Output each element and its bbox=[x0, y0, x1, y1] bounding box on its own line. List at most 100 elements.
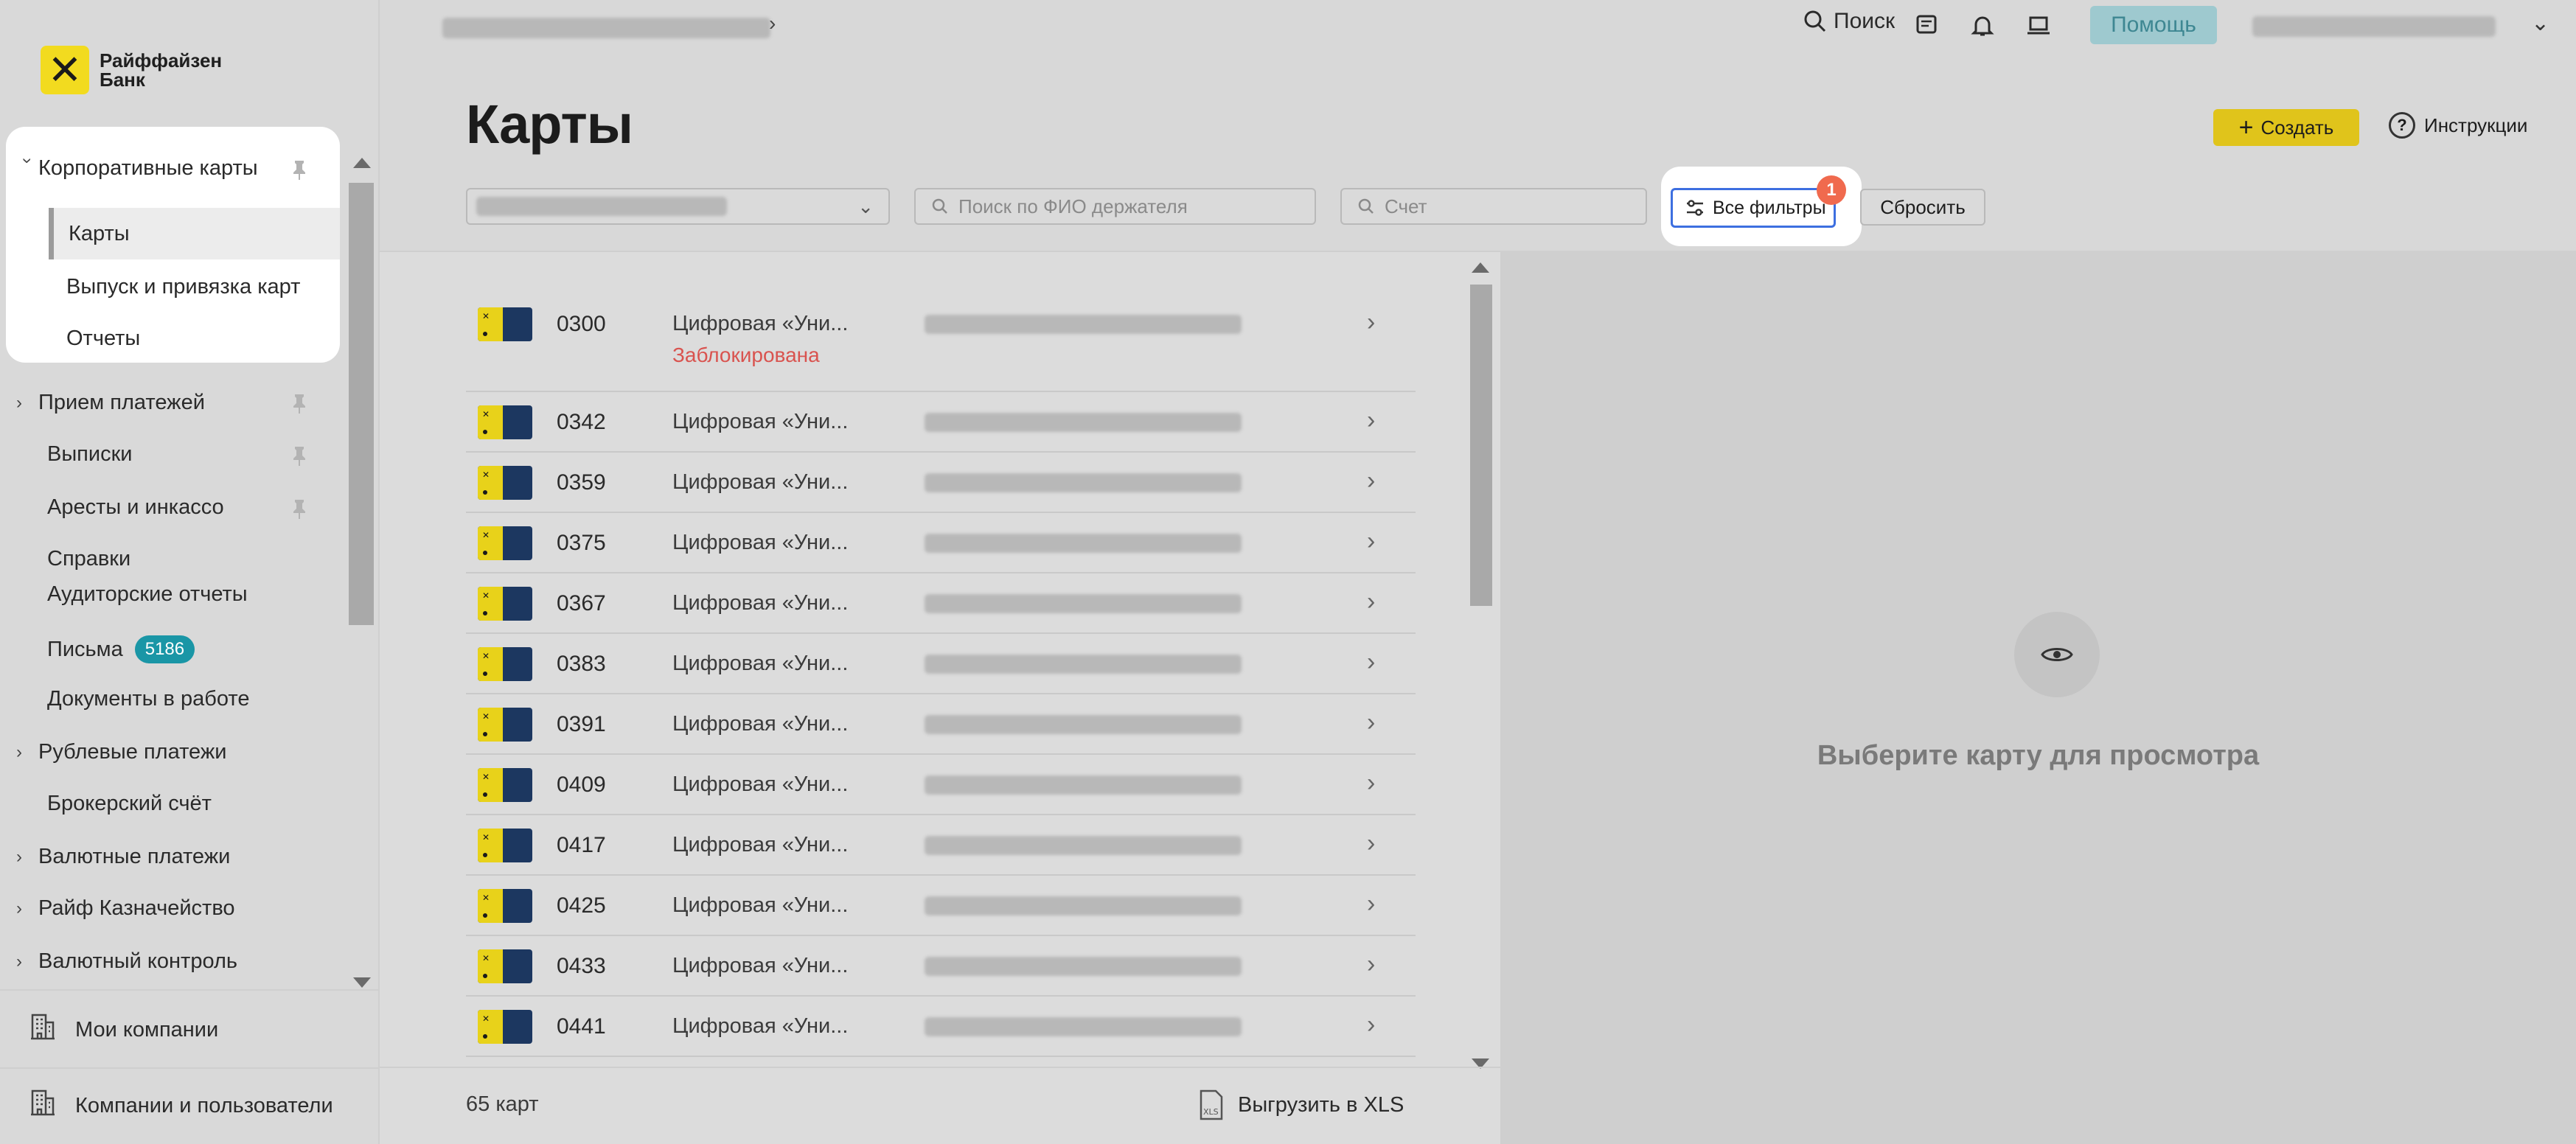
sidebar-item-payments-acceptance[interactable]: › Прием платежей bbox=[0, 391, 205, 415]
sidebar-item-ruble-payments[interactable]: › Рублевые платежи bbox=[0, 740, 226, 764]
my-companies-label: Мои компании bbox=[75, 1017, 219, 1042]
card-row[interactable]: ✕ 0367 Цифровая «Уни... › bbox=[466, 573, 1416, 634]
all-filters-button[interactable]: Все фильтры bbox=[1671, 188, 1836, 228]
search-icon bbox=[932, 198, 947, 214]
sidebar-subitem-issue[interactable]: Выпуск и привязка карт bbox=[49, 261, 340, 313]
chevron-right-icon[interactable]: › bbox=[1367, 1011, 1375, 1039]
instructions-link[interactable]: ? Инструкции bbox=[2389, 112, 2527, 139]
my-companies-link[interactable]: Мои компании bbox=[28, 1012, 218, 1047]
scrollbar-thumb[interactable] bbox=[1470, 285, 1492, 606]
pin-icon[interactable] bbox=[290, 393, 308, 415]
scrollbar-thumb[interactable] bbox=[349, 183, 374, 625]
scroll-down-arrow-icon[interactable] bbox=[353, 977, 371, 988]
chevron-right-icon[interactable]: › bbox=[1367, 769, 1375, 798]
company-breadcrumb[interactable] bbox=[442, 18, 770, 38]
sidebar-item-corporate-cards[interactable]: › Корпоративные карты bbox=[0, 156, 258, 181]
pin-icon[interactable] bbox=[290, 159, 308, 181]
export-xls-button[interactable]: XLS Выгрузить в XLS bbox=[1198, 1089, 1404, 1120]
create-label: Создать bbox=[2260, 116, 2334, 139]
pin-icon[interactable] bbox=[290, 445, 308, 467]
sidebar-item-currency-payments[interactable]: › Валютные платежи bbox=[0, 845, 230, 869]
building-icon bbox=[28, 1012, 58, 1047]
cards-count: 65 карт bbox=[466, 1092, 539, 1116]
global-search-button[interactable]: Поиск bbox=[1803, 9, 1895, 34]
svg-text:✕: ✕ bbox=[482, 1014, 490, 1024]
chevron-right-icon[interactable]: › bbox=[1367, 829, 1375, 858]
card-holder-name bbox=[925, 896, 1242, 915]
bank-logo[interactable]: ✕ Райффайзен Банк bbox=[41, 46, 247, 94]
chevron-right-icon[interactable]: › bbox=[1367, 467, 1375, 495]
help-button[interactable]: Помощь bbox=[2090, 6, 2217, 44]
card-row[interactable]: ✕ 0409 Цифровая «Уни... › bbox=[466, 755, 1416, 815]
create-button[interactable]: + Создать bbox=[2213, 109, 2359, 146]
sidebar-item-label: Прием платежей bbox=[38, 391, 205, 414]
company-select[interactable]: ⌄ bbox=[466, 188, 890, 225]
pin-icon[interactable] bbox=[290, 498, 308, 520]
card-icon: ✕ bbox=[478, 587, 532, 621]
reset-button[interactable]: Сбросить bbox=[1860, 189, 1985, 226]
card-row[interactable]: ✕ 0383 Цифровая «Уни... › bbox=[466, 634, 1416, 694]
card-holder-name bbox=[925, 315, 1242, 334]
sidebar-item-certificates[interactable]: Справки bbox=[47, 547, 130, 571]
chevron-right-icon[interactable]: › bbox=[1367, 308, 1375, 337]
xls-file-icon: XLS bbox=[1200, 1089, 1223, 1120]
chevron-right-icon: › bbox=[16, 392, 22, 413]
card-number: 0300 bbox=[557, 312, 606, 336]
chevron-right-icon[interactable]: › bbox=[1367, 527, 1375, 556]
svg-text:✕: ✕ bbox=[482, 953, 490, 963]
sidebar-item-currency-control[interactable]: › Валютный контроль bbox=[0, 949, 237, 974]
sidebar-scrollbar[interactable] bbox=[347, 147, 377, 988]
card-row[interactable]: ✕ 0425 Цифровая «Уни... › bbox=[466, 876, 1416, 936]
chevron-right-icon[interactable]: › bbox=[1367, 708, 1375, 737]
card-product: Цифровая «Уни... bbox=[672, 833, 849, 857]
chevron-right-icon: › bbox=[16, 846, 22, 867]
card-row[interactable]: ✕ 0433 Цифровая «Уни... › bbox=[466, 936, 1416, 997]
topbar: › Поиск Помощь ⌄ bbox=[380, 0, 2576, 53]
card-row[interactable]: ✕ 0417 Цифровая «Уни... › bbox=[466, 815, 1416, 876]
card-holder-name bbox=[925, 655, 1242, 674]
card-row[interactable]: ✕ 0359 Цифровая «Уни... › bbox=[466, 453, 1416, 513]
scroll-up-arrow-icon[interactable] bbox=[1472, 262, 1489, 273]
chevron-right-icon[interactable]: › bbox=[1367, 950, 1375, 979]
card-row[interactable]: ✕ 0441 Цифровая «Уни... › bbox=[466, 997, 1416, 1057]
card-holder-name bbox=[925, 957, 1242, 976]
chevron-down-icon[interactable]: ⌄ bbox=[2531, 10, 2549, 36]
search-icon bbox=[1804, 10, 1826, 32]
companies-users-link[interactable]: Компании и пользователи bbox=[28, 1088, 333, 1123]
sidebar-item-letters[interactable]: Письма 5186 bbox=[47, 635, 195, 663]
sidebar-subitem-reports[interactable]: Отчеты bbox=[49, 313, 340, 364]
bell-icon[interactable] bbox=[1969, 12, 1996, 38]
sidebar-item-statements[interactable]: Выписки bbox=[47, 442, 132, 467]
chat-icon[interactable] bbox=[1913, 12, 1940, 38]
sidebar-item-arrests[interactable]: Аресты и инкассо bbox=[47, 495, 224, 520]
sidebar-subitem-cards[interactable]: Карты bbox=[49, 208, 340, 259]
card-product: Цифровая «Уни... bbox=[672, 531, 849, 554]
chevron-right-icon[interactable]: › bbox=[1367, 587, 1375, 616]
chevron-right-icon[interactable]: › bbox=[1367, 648, 1375, 677]
chevron-down-icon: ⌄ bbox=[857, 195, 874, 217]
divider bbox=[380, 1067, 1500, 1068]
chevron-right-icon[interactable]: › bbox=[1367, 890, 1375, 918]
instructions-label: Инструкции bbox=[2424, 114, 2528, 136]
user-name[interactable] bbox=[2252, 16, 2496, 37]
card-icon: ✕ bbox=[478, 466, 532, 500]
card-row[interactable]: ✕ 0300 Цифровая «Уни... Заблокирована › bbox=[466, 287, 1416, 392]
chevron-right-icon[interactable]: › bbox=[1367, 406, 1375, 435]
account-search-input[interactable]: Счет bbox=[1340, 188, 1647, 225]
sidebar-item-documents-in-work[interactable]: Документы в работе bbox=[47, 687, 249, 711]
sidebar-item-treasury[interactable]: › Райф Казначейство bbox=[0, 896, 235, 921]
card-row[interactable]: ✕ 0375 Цифровая «Уни... › bbox=[466, 513, 1416, 573]
sidebar-item-audit-reports[interactable]: Аудиторские отчеты bbox=[47, 582, 248, 607]
search-icon bbox=[1358, 198, 1374, 214]
search-label: Поиск bbox=[1834, 9, 1896, 33]
sidebar-item-brokerage[interactable]: Брокерский счёт bbox=[47, 792, 212, 816]
scroll-up-arrow-icon[interactable] bbox=[353, 158, 371, 168]
card-row[interactable]: ✕ 0342 Цифровая «Уни... › bbox=[466, 392, 1416, 453]
eye-icon bbox=[2014, 612, 2100, 697]
list-scrollbar[interactable] bbox=[1467, 258, 1494, 1069]
laptop-icon[interactable] bbox=[2025, 12, 2052, 38]
card-row[interactable]: ✕ 0391 Цифровая «Уни... › bbox=[466, 694, 1416, 755]
svg-text:✕: ✕ bbox=[482, 409, 490, 419]
holder-search-input[interactable]: Поиск по ФИО держателя bbox=[914, 188, 1316, 225]
card-icon: ✕ bbox=[478, 829, 532, 862]
